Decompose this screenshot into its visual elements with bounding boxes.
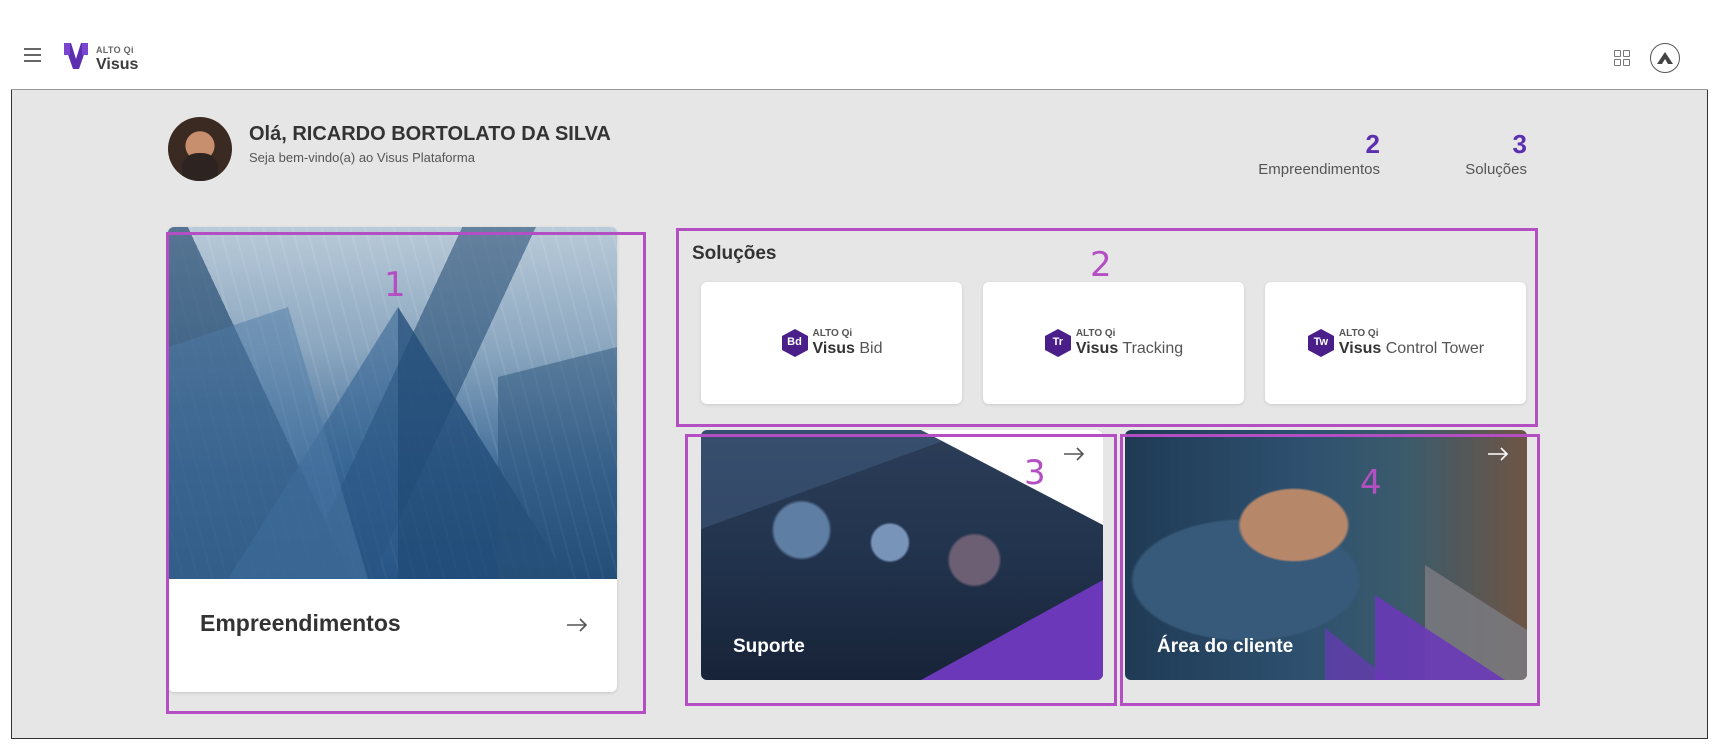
solution-brand: ALTO Qi: [812, 328, 853, 339]
solution-name: Control Tower: [1385, 340, 1485, 357]
welcome-message: Seja bem-vindo(a) ao Visus Plataforma: [249, 150, 475, 165]
stat-value: 2: [1365, 129, 1380, 159]
area-do-cliente-card[interactable]: Área do cliente: [1125, 430, 1527, 680]
avatar: [168, 117, 232, 181]
visus-tracking-badge-icon: Tr: [1044, 328, 1072, 358]
suporte-title: Suporte: [733, 636, 805, 657]
user-greeting: Olá, RICARDO BORTOLATO DA SILVA: [249, 123, 611, 145]
solution-name: Bid: [859, 340, 883, 357]
solution-product: Visus: [1338, 340, 1382, 357]
annotation-number-4: 4: [1360, 463, 1382, 503]
top-bar-background: ALTO Qi Visus: [11, 14, 1708, 90]
area-do-cliente-title: Área do cliente: [1157, 636, 1294, 657]
solution-card-visus-tracking[interactable]: Tr ALTO Qi Visus Tracking: [983, 282, 1244, 404]
empreendimentos-title: Empreendimentos: [200, 610, 401, 636]
solution-product: Visus: [812, 340, 855, 357]
badge-text: Bd: [787, 336, 802, 348]
menu-icon[interactable]: [24, 48, 41, 62]
visus-logo-icon[interactable]: [62, 41, 90, 73]
solution-card-visus-bid[interactable]: Bd ALTO Qi Visus Bid: [701, 282, 962, 404]
solution-brand: ALTO Qi: [1338, 328, 1379, 339]
solution-name: Tracking: [1122, 340, 1184, 357]
brand-name: Visus: [96, 56, 139, 73]
badge-text: Tw: [1313, 336, 1329, 348]
arrow-right-icon[interactable]: [566, 618, 588, 632]
visus-bid-badge-icon: Bd: [781, 328, 809, 358]
stat-solucoes: 3 Soluções: [1400, 130, 1527, 178]
apps-grid-icon[interactable]: [1614, 50, 1630, 66]
badge-text: Tr: [1052, 336, 1064, 348]
stat-label: Empreendimentos: [1258, 161, 1380, 178]
stat-label: Soluções: [1465, 161, 1527, 178]
annotation-number-1: 1: [384, 265, 406, 305]
brand-small-text: ALTO Qi: [96, 45, 134, 55]
stat-empreendimentos: 2 Empreendimentos: [1230, 130, 1380, 178]
solution-card-visus-control-tower[interactable]: Tw ALTO Qi Visus Control Tower: [1265, 282, 1526, 404]
arrow-right-icon[interactable]: [1063, 447, 1085, 461]
solution-product: Visus: [1075, 340, 1119, 357]
account-icon[interactable]: [1650, 43, 1680, 73]
visus-control-tower-badge-icon: Tw: [1307, 328, 1335, 358]
annotation-number-3: 3: [1024, 453, 1046, 493]
solutions-title: Soluções: [692, 243, 777, 264]
arrow-right-icon[interactable]: [1487, 447, 1509, 461]
solution-brand: ALTO Qi: [1075, 328, 1116, 339]
annotation-number-2: 2: [1090, 245, 1112, 285]
stat-value: 3: [1512, 129, 1527, 159]
